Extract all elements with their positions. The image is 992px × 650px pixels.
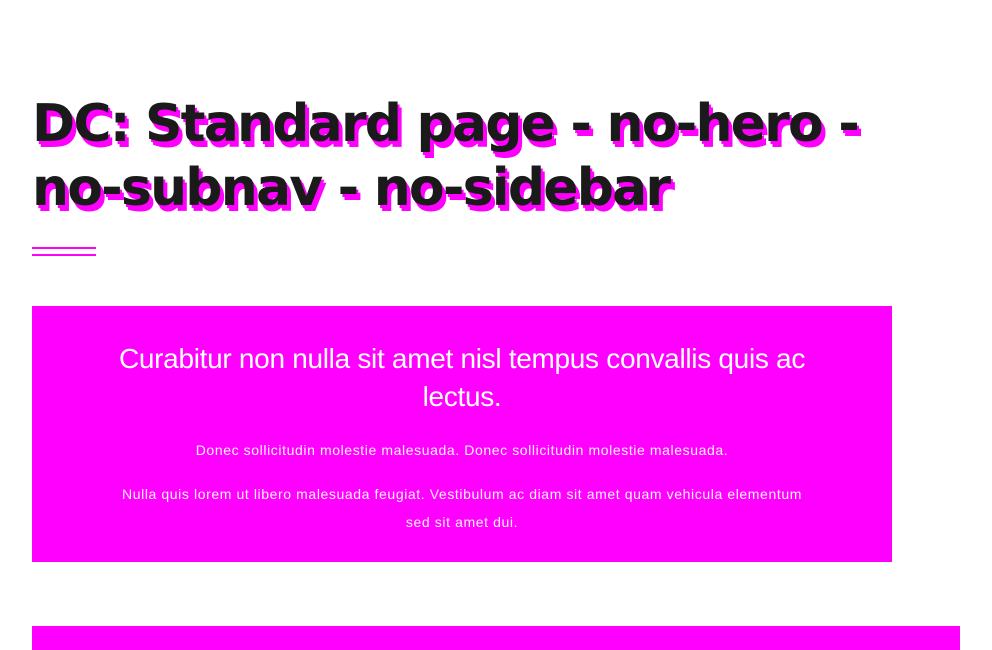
callout-paragraph: Nulla quis lorem ut libero malesuada feu…: [122, 486, 802, 530]
next-section-band: [32, 626, 960, 650]
callout-heading: Curabitur non nulla sit amet nisl tempus…: [118, 343, 806, 412]
callout-card: Curabitur non nulla sit amet nisl tempus…: [32, 306, 892, 562]
title-divider: [32, 247, 96, 257]
page-header: DC: Standard page - no-hero - no-subnav …: [32, 92, 882, 220]
title-divider-line-bottom: [32, 254, 96, 256]
title-divider-line-top: [32, 247, 96, 249]
callout-paragraph: Donec sollicitudin molestie malesuada. D…: [195, 442, 729, 458]
page-title: DC: Standard page - no-hero - no-subnav …: [32, 94, 860, 218]
